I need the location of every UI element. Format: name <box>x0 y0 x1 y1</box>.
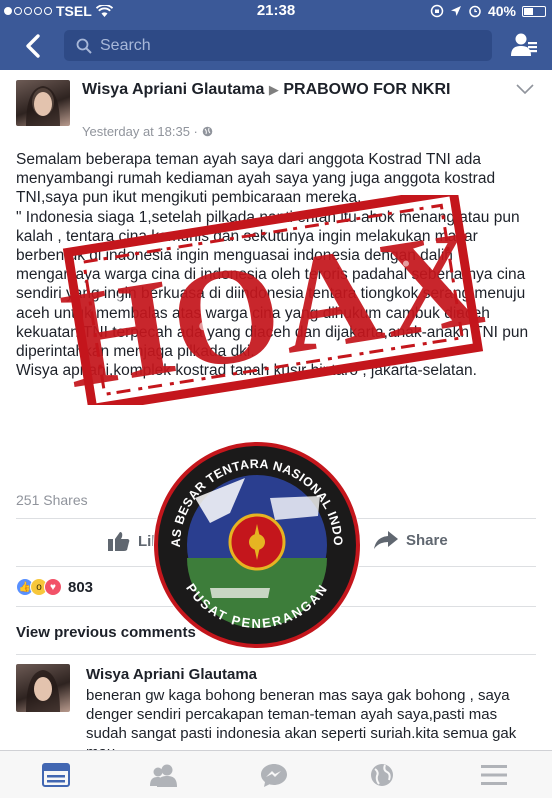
search-icon <box>76 38 92 54</box>
comment-author-avatar[interactable] <box>16 664 70 712</box>
back-chevron-icon[interactable] <box>18 30 50 62</box>
notifications-globe-icon[interactable] <box>368 763 396 787</box>
post-timestamp[interactable]: Yesterday at 18:35 · <box>82 124 202 139</box>
post-author-avatar[interactable] <box>16 80 70 126</box>
orientation-lock-icon <box>430 4 444 18</box>
status-bar: TSEL 21:38 40% <box>0 0 552 22</box>
search-placeholder: Search <box>100 36 151 54</box>
post-author-name[interactable]: Wisya Apriani Glautama <box>82 81 264 98</box>
thumbs-up-icon <box>108 532 130 551</box>
hoax-stamp: HOAX <box>53 195 494 405</box>
news-feed-icon[interactable] <box>42 763 70 787</box>
top-nav-bar: Search <box>0 22 552 70</box>
messenger-icon[interactable] <box>260 763 288 787</box>
post-target-page[interactable]: PRABOWO FOR NKRI <box>283 81 450 98</box>
battery-percent: 40% <box>487 3 516 19</box>
tni-puspen-emblem: MARKAS BESAR TENTARA NASIONAL INDONESIA … <box>150 438 361 649</box>
comment-author-name[interactable]: Wisya Apriani Glautama <box>86 666 257 683</box>
post-options-chevron-icon[interactable] <box>516 84 534 94</box>
alarm-icon <box>469 5 481 18</box>
search-input[interactable]: Search <box>64 30 492 61</box>
post-timestamp-line: Yesterday at 18:35 · <box>82 124 213 139</box>
reaction-count: 803 <box>68 578 94 596</box>
location-icon <box>450 6 461 16</box>
public-globe-icon <box>202 126 212 137</box>
friend-requests-icon[interactable] <box>510 32 538 58</box>
share-arrow-icon <box>374 531 398 549</box>
shared-to-arrow-icon: ▶ <box>268 82 279 97</box>
menu-icon[interactable] <box>480 763 508 787</box>
shares-count[interactable]: 251 Shares <box>16 492 88 508</box>
hoax-stamp-text: HOAX <box>53 200 494 405</box>
battery-icon <box>522 5 546 17</box>
love-reaction-icon: ♥ <box>44 578 62 596</box>
friends-icon[interactable] <box>150 763 178 787</box>
share-label: Share <box>406 531 448 549</box>
post-author-line: Wisya Apriani Glautama ▶ PRABOWO FOR NKR… <box>82 80 502 99</box>
reactions-summary[interactable]: 👍 o ♥ 803 <box>16 578 93 596</box>
bottom-tab-bar <box>0 750 552 798</box>
share-button[interactable]: Share <box>374 531 448 549</box>
divider <box>16 654 536 655</box>
